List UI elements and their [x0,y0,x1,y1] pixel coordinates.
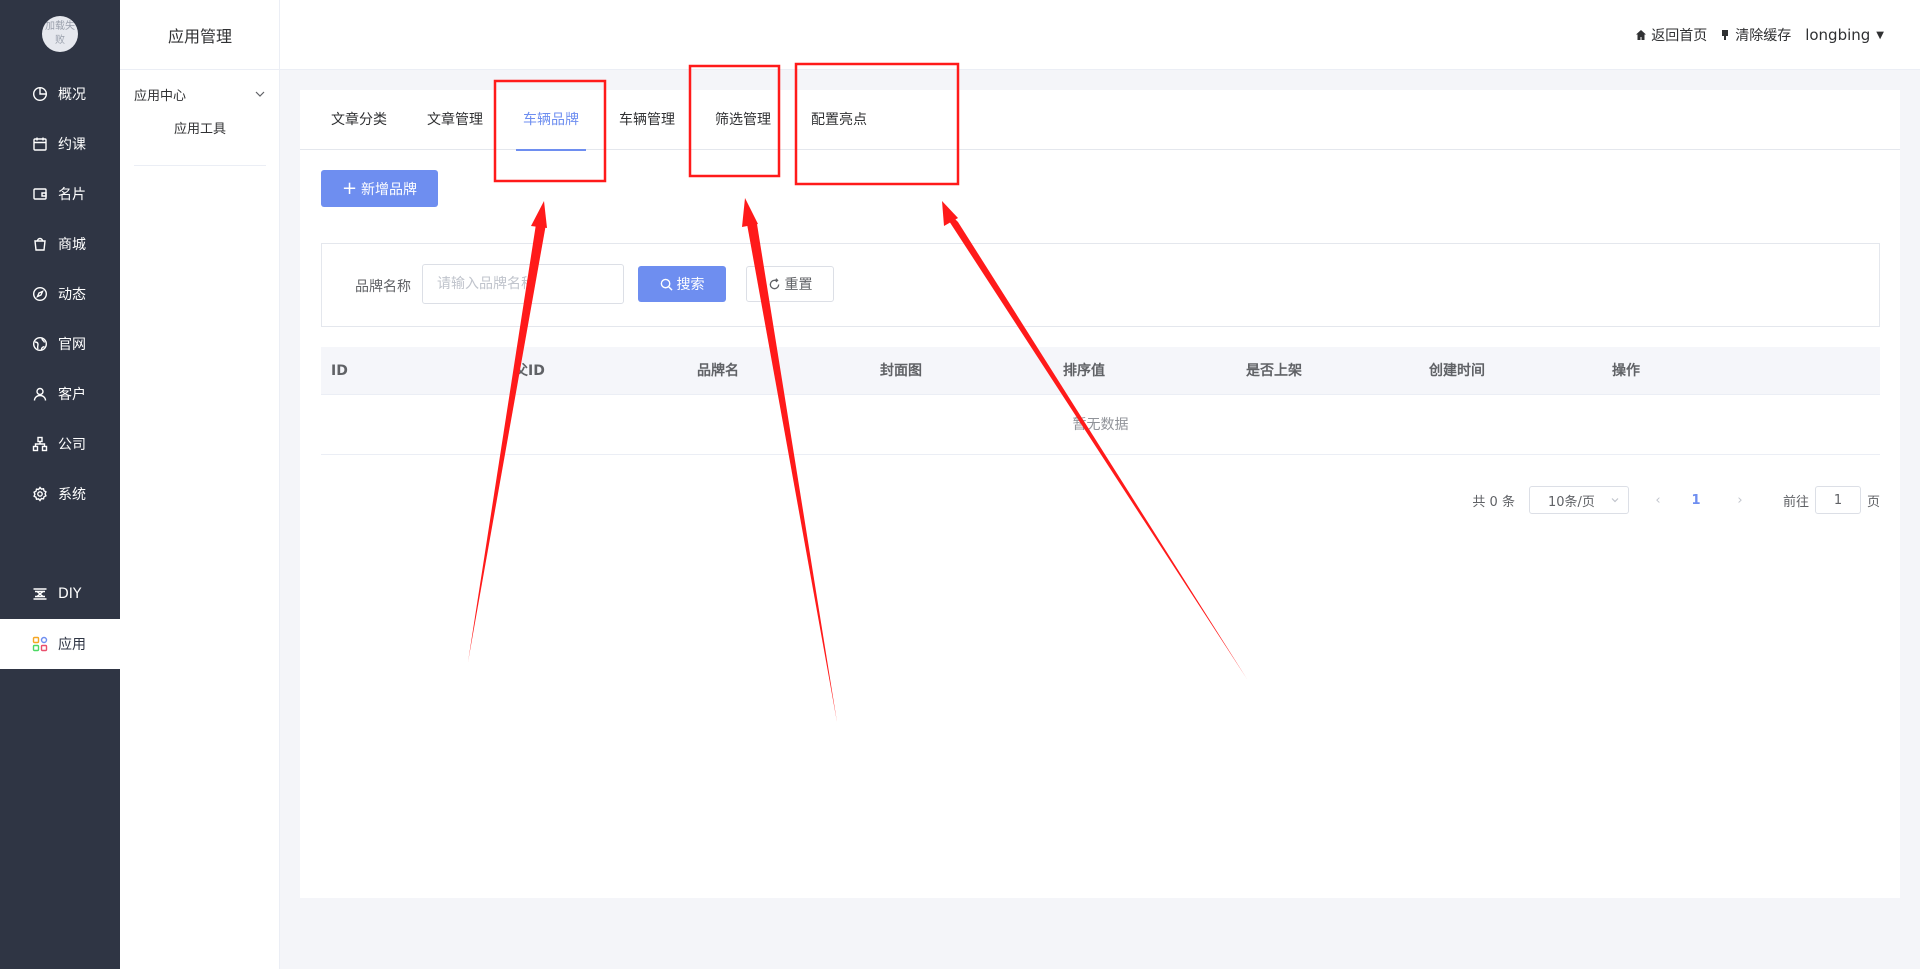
pagination-total: 共 0 条 [1472,494,1515,510]
nav-item-label: 约课 [58,137,86,153]
layout-icon [33,588,47,600]
search-icon [660,278,673,291]
home-link-label: 返回首页 [1651,28,1708,44]
tab-article-category[interactable]: 文章分类 [330,90,388,150]
gear-icon [33,486,47,502]
tab-article-management[interactable]: 文章管理 [426,90,484,150]
top-header: 返回首页 清除缓存 longbing ▼ [280,0,1920,70]
chevron-down-icon [255,91,265,97]
nav-item-label: 系统 [58,487,86,503]
secondary-sidebar-title: 应用管理 [120,0,280,70]
goto-page-input[interactable] [1814,486,1861,514]
table-empty-state: 暂无数据 [321,395,1880,455]
next-page-button[interactable]: › [1725,493,1755,508]
column-header-created-at: 创建时间 [1429,363,1485,379]
caret-down-icon: ▼ [1876,29,1884,41]
nav-item-card[interactable]: 名片 [0,169,120,219]
chevron-down-icon [1611,498,1619,503]
nav-item-booking[interactable]: 约课 [0,119,120,169]
tab-filter-management[interactable]: 筛选管理 [714,90,772,150]
chart-pie-icon [32,86,48,102]
nav-item-label: 公司 [58,437,86,453]
sub-nav-divider [134,165,266,166]
nav-item-label: 官网 [58,337,86,353]
add-brand-button[interactable]: + 新增品牌 [321,170,438,207]
secondary-sidebar: 应用管理 应用中心 应用工具 [120,0,280,969]
nav-item-label: 概况 [58,87,86,103]
org-chart-icon [32,436,48,452]
nav-item-diy[interactable]: DIY [0,569,120,619]
column-header-cover: 封面图 [880,363,922,379]
reset-button[interactable]: 重置 [746,266,834,302]
left-sidebar: 加载失败 概况 约课 名片 商城 动态 官网 客户 公司 系统 DIY 应用 [0,0,120,969]
nav-item-label: 商城 [58,237,86,253]
brand-name-label: 品牌名称 [355,279,411,295]
add-brand-label: 新增品牌 [361,181,418,198]
clear-cache-label: 清除缓存 [1735,28,1792,44]
globe-icon [32,336,48,352]
calendar-icon [33,137,47,151]
nav-item-label: 动态 [58,287,86,303]
home-link[interactable]: 返回首页 [1635,25,1707,45]
main-card: 文章分类 文章管理 车辆品牌 车辆管理 筛选管理 配置亮点 + 新增品牌 品牌名… [300,90,1900,898]
search-panel: 品牌名称 搜索 重置 [321,243,1880,327]
nav-item-company[interactable]: 公司 [0,419,120,469]
compass-icon [32,286,48,302]
column-header-actions: 操作 [1612,363,1640,379]
column-header-id: ID [331,363,348,379]
column-header-brand-name: 品牌名 [697,363,739,379]
prev-page-button[interactable]: ‹ [1643,493,1673,508]
user-icon [33,387,47,401]
sub-nav-item-app-tools[interactable]: 应用工具 [120,118,280,142]
page-number-button[interactable]: 1 [1681,493,1711,508]
nav-item-label: 客户 [58,387,86,403]
nav-item-system[interactable]: 系统 [0,469,120,519]
goto-suffix: 页 [1866,494,1880,510]
reset-button-label: 重置 [784,277,813,293]
nav-item-label: 名片 [58,187,86,203]
column-header-sort: 排序值 [1063,363,1105,379]
search-button[interactable]: 搜索 [638,266,726,302]
table-header: ID 父ID 品牌名 封面图 排序值 是否上架 创建时间 操作 [321,347,1880,395]
brand-name-input[interactable] [422,264,624,304]
sub-nav-group-label: 应用中心 [134,88,187,104]
home-icon [1636,30,1647,40]
nav-item-feed[interactable]: 动态 [0,269,120,319]
apps-grid-icon [32,636,48,652]
column-header-parent-id: 父ID [514,363,545,379]
tab-vehicle-brand[interactable]: 车辆品牌 [516,90,586,151]
page-size-select[interactable]: 10条/页 [1528,486,1629,514]
nav-item-label: 应用 [58,637,86,653]
tab-bar: 文章分类 文章管理 车辆品牌 车辆管理 筛选管理 配置亮点 [300,90,1900,151]
nav-item-customer[interactable]: 客户 [0,369,120,419]
goto-label: 前往 [1782,494,1809,510]
nav-item-label: DIY [58,586,82,602]
wallet-icon [33,188,47,200]
search-button-label: 搜索 [676,277,705,293]
shopping-bag-icon [34,237,46,251]
plus-icon: + [341,177,358,199]
nav-item-mall[interactable]: 商城 [0,219,120,269]
brush-icon [1722,30,1729,40]
pagination: 共 0 条 10条/页 ‹ 1 › 前往 页 [300,485,1880,515]
refresh-icon [769,277,779,289]
username: longbing [1805,26,1871,44]
user-menu[interactable]: longbing ▼ [1805,26,1884,44]
header-links: 返回首页 清除缓存 longbing ▼ [1623,0,1884,70]
nav-item-overview[interactable]: 概况 [0,69,120,119]
nav-item-website[interactable]: 官网 [0,319,120,369]
clear-cache-link[interactable]: 清除缓存 [1719,25,1791,45]
column-header-on-shelf: 是否上架 [1246,363,1302,379]
tab-config-highlights[interactable]: 配置亮点 [810,90,868,150]
page-size-value: 10条/页 [1547,494,1595,510]
nav-item-apps[interactable]: 应用 [0,619,120,669]
tab-vehicle-management[interactable]: 车辆管理 [618,90,676,150]
sub-nav-group-app-center[interactable]: 应用中心 [134,84,266,104]
logo: 加载失败 [42,16,78,52]
